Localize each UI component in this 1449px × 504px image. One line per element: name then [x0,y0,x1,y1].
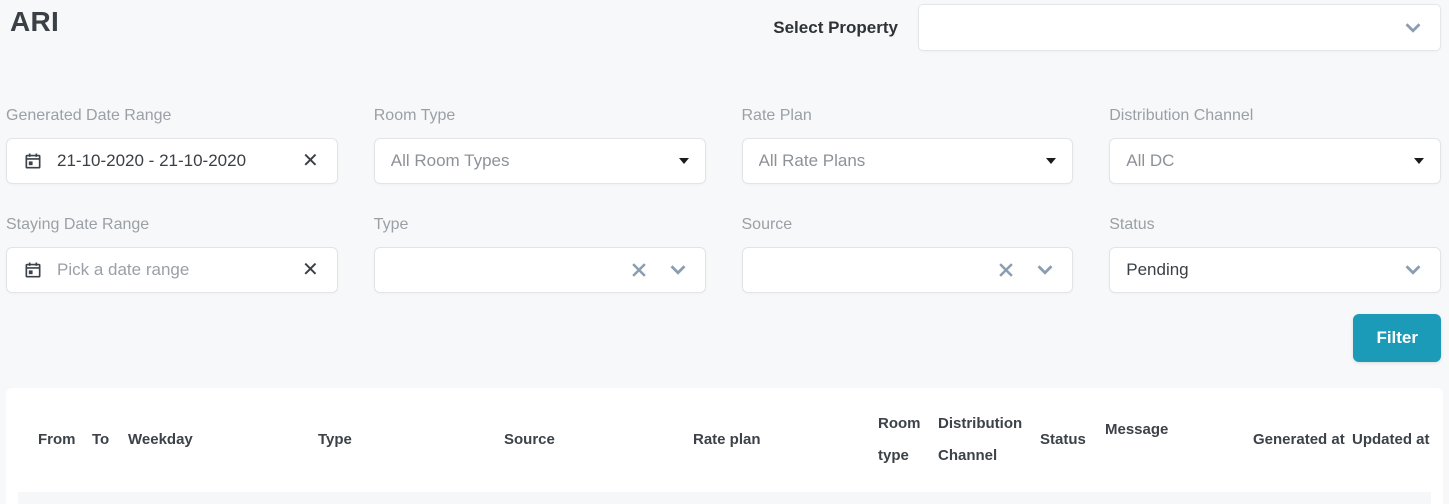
filter-distribution-channel: Distribution Channel All DC [1109,107,1441,184]
col-type: Type [318,431,352,448]
source-select[interactable] [741,247,1074,293]
clear-icon[interactable] [629,260,649,280]
status-label: Status [1109,216,1155,233]
chevron-down-icon[interactable] [1034,259,1056,281]
chevron-down-icon[interactable] [667,259,689,281]
col-weekday: Weekday [128,431,193,448]
col-distribution-channel: Distribution Channel [938,415,1023,464]
filter-status: Status Pending [1109,216,1441,293]
generated-date-range-label: Generated Date Range [6,107,172,124]
calendar-icon [23,151,43,171]
col-rate-plan: Rate plan [693,431,761,448]
results-table-panel: From To Weekday Type Source Rate plan Ro… [6,388,1443,504]
room-type-value: All Room Types [390,151,510,170]
filters-section: Generated Date Range 21-10-2020 - 21-10-… [6,107,1441,293]
chevron-down-icon [1402,17,1424,39]
table-row [18,492,1431,504]
filter-button-row: Filter [0,314,1441,362]
filter-generated-date-range: Generated Date Range 21-10-2020 - 21-10-… [6,107,338,184]
distribution-channel-label: Distribution Channel [1109,107,1254,124]
page-title: ARI [10,6,60,37]
status-select[interactable]: Pending [1109,247,1441,293]
results-table: From To Weekday Type Source Rate plan Ro… [6,388,1443,492]
top-bar: ARI Select Property [0,0,1449,51]
clear-icon[interactable]: ✕ [300,149,321,173]
distribution-channel-value: All DC [1126,151,1175,170]
property-selector-group: Select Property [773,4,1441,51]
col-status: Status [1040,431,1086,448]
rate-plan-value: All Rate Plans [758,151,866,170]
col-room-type: Room type [878,415,921,464]
filter-room-type: Room Type All Room Types [373,107,706,184]
type-select[interactable] [373,247,706,293]
filter-type: Type [373,216,706,293]
distribution-channel-select[interactable]: All DC [1109,138,1441,184]
rate-plan-label: Rate Plan [741,107,812,124]
staying-date-range-input[interactable]: Pick a date range ✕ [6,247,338,293]
col-updated-at: Updated at [1352,431,1430,448]
staying-date-range-label: Staying Date Range [6,216,150,233]
type-label: Type [373,216,409,233]
select-property-dropdown[interactable] [918,4,1441,51]
caret-down-icon [1046,158,1057,164]
rate-plan-select[interactable]: All Rate Plans [741,138,1074,184]
generated-date-range-value: 21-10-2020 - 21-10-2020 [57,151,247,170]
status-value: Pending [1126,260,1189,279]
col-message: Message [1105,421,1169,438]
col-source: Source [504,431,555,448]
clear-icon[interactable] [996,260,1016,280]
select-property-label: Select Property [773,18,898,37]
col-from: From [38,431,76,448]
filter-source: Source [741,216,1074,293]
room-type-select[interactable]: All Room Types [373,138,706,184]
calendar-icon [23,260,43,280]
caret-down-icon [678,158,689,164]
table-header-row: From To Weekday Type Source Rate plan Ro… [6,388,1443,492]
generated-date-range-input[interactable]: 21-10-2020 - 21-10-2020 ✕ [6,138,338,184]
staying-date-range-placeholder: Pick a date range [57,260,190,279]
filter-rate-plan: Rate Plan All Rate Plans [741,107,1074,184]
chevron-down-icon [1402,259,1424,281]
source-label: Source [741,216,793,233]
filter-staying-date-range: Staying Date Range Pick a date range ✕ [6,216,338,293]
col-to: To [92,431,110,448]
clear-icon[interactable]: ✕ [300,258,321,282]
room-type-label: Room Type [373,107,456,124]
caret-down-icon [1414,158,1424,164]
col-generated-at: Generated at [1253,431,1345,448]
filter-button[interactable]: Filter [1353,314,1441,362]
